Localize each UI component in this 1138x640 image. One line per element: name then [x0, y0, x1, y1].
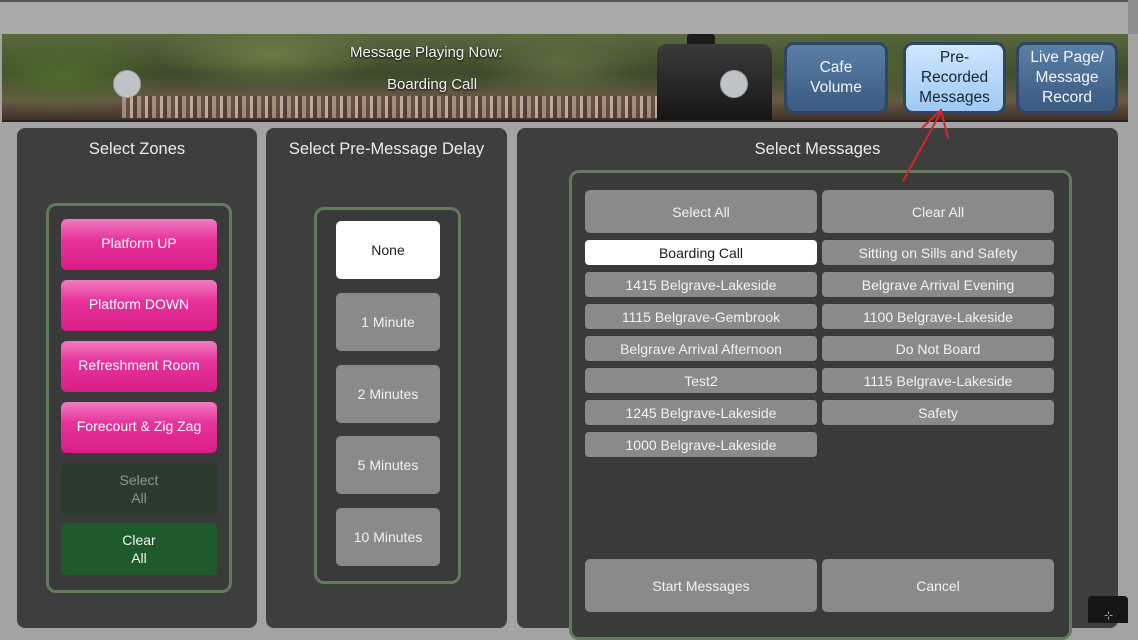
annotation-arrow	[902, 108, 949, 182]
corner-resize-icon: ⊹	[1104, 610, 1114, 622]
